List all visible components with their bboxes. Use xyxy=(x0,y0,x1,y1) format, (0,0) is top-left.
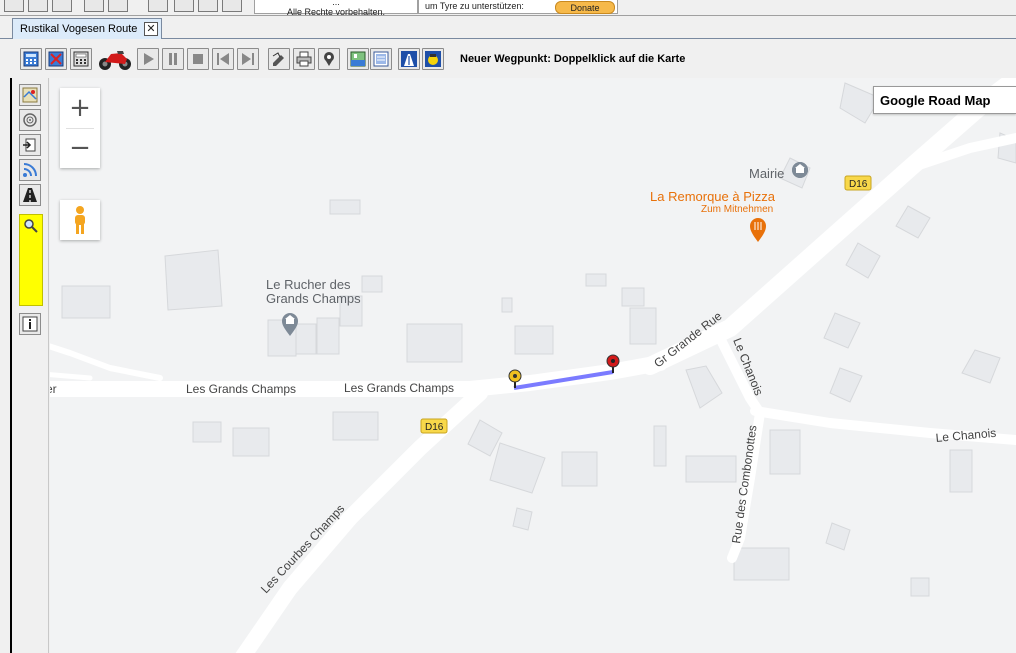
zoom-in-button[interactable]: + xyxy=(60,88,100,128)
list-view-icon[interactable] xyxy=(370,48,392,70)
street-label-edge: er xyxy=(50,382,57,396)
info-icon[interactable] xyxy=(19,313,41,335)
buildings xyxy=(61,82,1016,597)
street-view-pegman[interactable] xyxy=(60,200,100,240)
pegman-icon xyxy=(75,206,85,234)
map-type-selector[interactable]: Google Road Map xyxy=(873,86,1016,114)
poi-remorque-title: La Remorque à Pizza xyxy=(650,189,776,204)
rss-icon[interactable] xyxy=(19,159,41,181)
toolbar-status-text: Neuer Wegpunkt: Doppelklick auf die Kart… xyxy=(460,53,686,65)
window-icon[interactable] xyxy=(148,0,168,12)
support-text: um Tyre zu unterstützen: xyxy=(425,1,524,11)
zoom-out-button[interactable]: − xyxy=(60,128,100,168)
roads xyxy=(50,78,1016,653)
back-icon[interactable] xyxy=(4,0,24,12)
shield-d16-right-label: D16 xyxy=(849,179,868,190)
map-canvas[interactable]: D16 D16 er Les Grands Champs Les Grands … xyxy=(50,78,1016,653)
poi-mairie-label: Mairie xyxy=(749,166,784,181)
shield-d16-left-label: D16 xyxy=(425,422,444,433)
grid-calculator-icon[interactable] xyxy=(70,48,92,70)
frame-icon[interactable] xyxy=(198,0,218,12)
search-panel[interactable] xyxy=(19,214,43,306)
street-label-rue-des-combonottes: Rue des Combonottes xyxy=(729,424,759,544)
calculator-icon[interactable] xyxy=(20,48,42,70)
restaurant-icon[interactable] xyxy=(750,218,766,242)
tab-label: Rustikal Vogesen Route xyxy=(20,23,138,35)
map-layers-icon[interactable] xyxy=(19,84,41,106)
avoid-icon[interactable] xyxy=(422,48,444,70)
highway-icon[interactable] xyxy=(398,48,420,70)
map-view-icon[interactable] xyxy=(347,48,369,70)
stop-icon[interactable] xyxy=(187,48,209,70)
search-icon[interactable] xyxy=(23,218,39,234)
copyright-line1: ... xyxy=(332,0,340,7)
mairie-icon[interactable] xyxy=(792,162,809,178)
skip-back-icon[interactable] xyxy=(212,48,234,70)
shield-d16-left: D16 xyxy=(420,418,448,434)
support-box: um Tyre zu unterstützen: Donate xyxy=(418,0,618,14)
copyright-line2: Alle Rechte vorbehalten. xyxy=(286,7,386,16)
app-window: ... Alle Rechte vorbehalten. um Tyre zu … xyxy=(0,0,1016,653)
tab-route[interactable]: Rustikal Vogesen Route ✕ xyxy=(12,18,162,39)
print-icon[interactable] xyxy=(293,48,315,70)
map-type-label: Google Road Map xyxy=(880,93,991,108)
waypoint-icon[interactable] xyxy=(318,48,340,70)
street-label-les-grands-champs-1: Les Grands Champs xyxy=(186,382,296,396)
target-icon[interactable] xyxy=(19,109,41,131)
donate-button[interactable]: Donate xyxy=(555,1,615,14)
play-icon[interactable] xyxy=(137,48,159,70)
zoom-control: + − xyxy=(60,88,100,168)
redo-icon[interactable] xyxy=(108,0,128,12)
globe-icon[interactable] xyxy=(28,0,48,12)
poi-rucher-line1: Le Rucher des xyxy=(266,277,351,292)
shield-d16-right: D16 xyxy=(844,175,872,191)
toolbar: Neuer Wegpunkt: Doppelklick auf die Kart… xyxy=(0,40,1016,78)
tab-close-button[interactable]: ✕ xyxy=(144,22,158,36)
red-calculator-icon[interactable] xyxy=(45,48,67,70)
tab-row: Rustikal Vogesen Route ✕ xyxy=(0,17,1016,39)
top-strip: ... Alle Rechte vorbehalten. um Tyre zu … xyxy=(0,0,1016,16)
export-icon[interactable] xyxy=(19,134,41,156)
window-edge xyxy=(10,78,12,653)
layout-icon[interactable] xyxy=(174,0,194,12)
street-label-les-grands-champs-2: Les Grands Champs xyxy=(344,381,454,395)
folder-icon[interactable] xyxy=(52,0,72,12)
undo-icon[interactable] xyxy=(84,0,104,12)
poi-remorque-subtitle: Zum Mitnehmen xyxy=(701,204,773,215)
road-icon[interactable] xyxy=(19,184,41,206)
left-sidebar xyxy=(14,78,49,653)
motorcycle-icon[interactable] xyxy=(97,45,133,73)
edit-route-icon[interactable] xyxy=(268,48,290,70)
map-tiles: D16 D16 er Les Grands Champs Les Grands … xyxy=(50,78,1016,653)
chat-icon[interactable] xyxy=(222,0,242,12)
copyright-box: ... Alle Rechte vorbehalten. xyxy=(254,0,418,16)
pause-icon[interactable] xyxy=(162,48,184,70)
skip-forward-icon[interactable] xyxy=(237,48,259,70)
poi-rucher-line2: Grands Champs xyxy=(266,291,361,306)
